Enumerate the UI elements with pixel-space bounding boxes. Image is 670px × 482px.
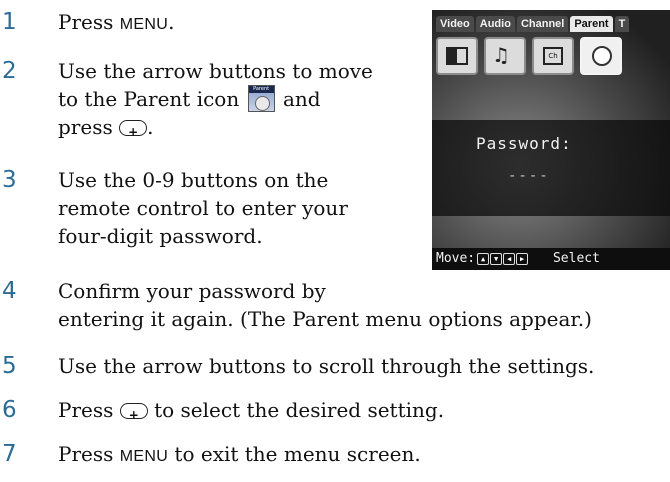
tab-audio: Audio: [475, 16, 515, 32]
step-number: 4: [2, 278, 17, 304]
step-number: 6: [2, 397, 17, 423]
menu-tabs: Video Audio Channel Parent T: [436, 16, 630, 32]
step-number: 3: [2, 167, 17, 193]
bear-icon: [254, 96, 270, 111]
password-field: ----: [508, 168, 550, 184]
help-bar: Move: ▲ ▼ ◀ ▶ Select: [432, 248, 670, 270]
step-text-part: Press: [58, 442, 114, 466]
step-text-part: to the Parent icon: [58, 87, 240, 111]
step-number: 7: [2, 441, 17, 467]
parent-icon: Parent: [247, 85, 275, 112]
step-text-line: Confirm your password by: [58, 279, 326, 303]
tab-parent: Parent: [570, 16, 613, 32]
step-text-line: Use the 0-9 buttons on the: [58, 168, 329, 192]
step-text-part: press: [58, 115, 113, 139]
parent-icon-label: Parent: [248, 86, 274, 93]
tv-screen-illustration: Video Audio Channel Parent T ♫ Ch Passwo…: [432, 10, 670, 270]
step-text-part: and: [282, 87, 321, 111]
select-label: Select: [552, 251, 600, 266]
step-text-line: press .: [58, 113, 154, 146]
step-text-line: Press MENU to exit the menu screen.: [58, 440, 421, 471]
step-number: 2: [2, 58, 17, 84]
step-number: 1: [2, 9, 17, 35]
step-text-line: Use the arrow buttons to move: [58, 59, 373, 83]
password-label: Password:: [476, 134, 572, 153]
step-text-line: entering it again. (The Parent menu opti…: [58, 307, 592, 331]
step-text-part: Press: [58, 398, 114, 422]
parent-icon-selected: [580, 37, 622, 75]
audio-icon: ♫: [484, 37, 526, 75]
move-label: Move:: [436, 251, 476, 266]
step-text-part: to select the desired setting.: [154, 398, 445, 422]
menu-icons: ♫ Ch: [436, 37, 622, 75]
step-text-part: .: [147, 115, 154, 139]
enter-button-icon: [119, 401, 148, 429]
step-text: Press MENU.: [58, 8, 174, 39]
tab-video: Video: [436, 16, 474, 32]
step-text-line: to the Parent icon Parent and: [58, 85, 321, 113]
menu-keyword: MENU: [119, 448, 169, 465]
step-text-part: Press: [58, 10, 114, 34]
step-text-line: four-digit password.: [58, 224, 263, 248]
step-number: 5: [2, 353, 17, 379]
step-text-part: to exit the menu screen.: [174, 442, 421, 466]
step-text-part: .: [168, 10, 175, 34]
step-text-line: remote control to enter your: [58, 196, 348, 220]
tab-channel: Channel: [516, 16, 569, 32]
step-text-line: Use the arrow buttons to scroll through …: [58, 354, 595, 378]
step-text-line: Press to select the desired setting.: [58, 396, 445, 429]
video-icon: [436, 37, 478, 75]
tab-partial: T: [614, 16, 630, 32]
enter-button-icon: [119, 118, 148, 146]
arrow-buttons-icon: ▲ ▼ ◀ ▶: [477, 248, 529, 270]
menu-keyword: MENU: [119, 16, 169, 33]
channel-icon: Ch: [532, 37, 574, 75]
